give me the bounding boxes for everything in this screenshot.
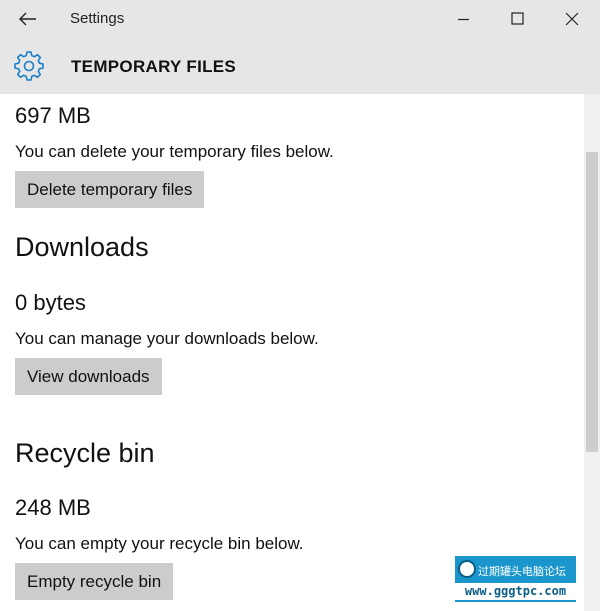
window-title: Settings [70,10,125,27]
minimize-button[interactable] [441,4,487,34]
empty-recycle-bin-button[interactable]: Empty recycle bin [15,563,174,600]
delete-temporary-files-button[interactable]: Delete temporary files [15,171,205,208]
page-title: TEMPORARY FILES [71,57,237,76]
view-downloads-button[interactable]: View downloads [15,358,162,395]
page-header: TEMPORARY FILES [0,38,600,94]
recycle-bin-description: You can empty your recycle bin below. [15,534,304,553]
downloads-size: 0 bytes [15,290,86,315]
close-button[interactable] [549,4,595,34]
content-pane: 697 MB You can delete your temporary fil… [0,94,584,611]
watermark-url: www.gggtpc.com [455,583,576,600]
temporary-files-size: 697 MB [15,103,91,128]
watermark-text: 过期罐头电脑论坛 [478,565,566,578]
maximize-icon [511,12,524,25]
downloads-heading: Downloads [15,232,149,262]
temporary-files-description: You can delete your temporary files belo… [15,142,334,161]
watermark-logo-icon [458,560,476,578]
maximize-button[interactable] [495,4,541,34]
close-icon [565,12,579,26]
minimize-icon [458,18,469,21]
back-arrow-icon [19,12,36,26]
gear-icon [14,51,44,81]
downloads-description: You can manage your downloads below. [15,329,319,348]
watermark: 过期罐头电脑论坛 www.gggtpc.com [455,556,576,602]
recycle-bin-size: 248 MB [15,495,91,520]
scrollbar-thumb[interactable] [586,152,598,452]
recycle-bin-heading: Recycle bin [15,438,155,468]
title-bar: Settings [0,0,600,38]
back-button[interactable] [10,4,46,34]
